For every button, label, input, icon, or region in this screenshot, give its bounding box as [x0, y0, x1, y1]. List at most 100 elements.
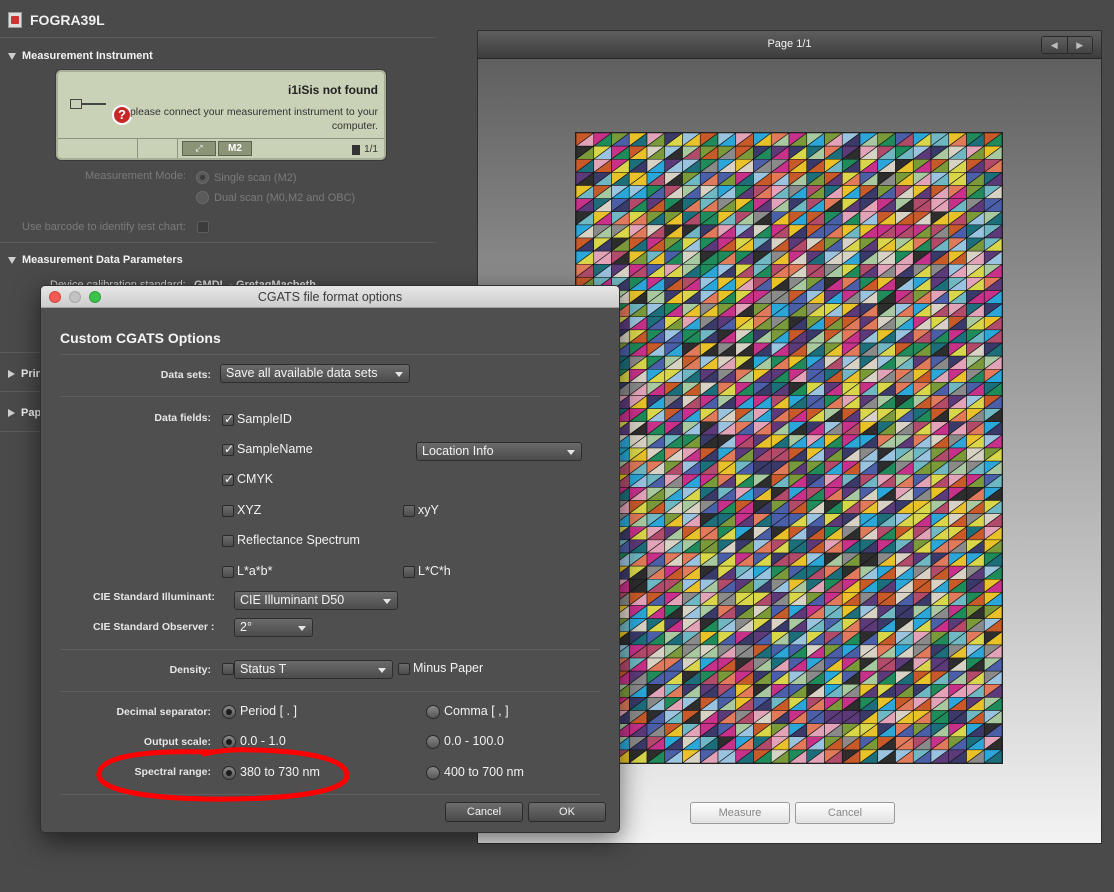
preview-header: Page 1/1 ◀ ▶ — [478, 31, 1101, 59]
reflectance-label: Reflectance Spectrum — [237, 533, 360, 547]
disclosure-open-icon — [8, 256, 16, 264]
cmyk-label: CMYK — [237, 472, 274, 486]
mode-option-single: Single scan (M2) — [214, 172, 297, 184]
decimal-period-label: Period [ . ] — [240, 704, 297, 718]
decimal-separator-label: Decimal separator: — [116, 706, 211, 718]
cgats-options-dialog: CGATS file format options Custom CGATS O… — [40, 285, 620, 833]
minus-paper-label: Minus Paper — [413, 661, 484, 675]
scale-100-label: 0.0 - 100.0 — [444, 734, 504, 748]
xyz-label: XYZ — [237, 503, 262, 517]
sampleid-checkbox[interactable] — [222, 412, 234, 426]
preview-cancel-button[interactable]: Cancel — [795, 802, 895, 824]
divider — [0, 391, 40, 392]
document-icon — [8, 12, 22, 28]
mode-radio-single[interactable] — [196, 171, 209, 184]
divider — [60, 691, 600, 692]
data-fields-label: Data fields: — [154, 412, 211, 424]
barcode-label: Use barcode to identify test chart: — [22, 221, 186, 233]
lch-label: L*C*h — [418, 564, 451, 578]
data-sets-label: Data sets: — [160, 369, 211, 381]
illuminant-label: CIE Standard Illuminant: — [93, 591, 215, 603]
page-navigation: ◀ ▶ — [1041, 36, 1093, 54]
divider — [60, 354, 600, 355]
spectral-400-radio[interactable] — [426, 766, 440, 780]
patch-grid — [576, 133, 1002, 763]
illuminant-popup[interactable]: CIE Illuminant D50 — [234, 591, 398, 610]
disclosure-closed-icon — [8, 409, 15, 417]
section-measurement-instrument[interactable]: Measurement Instrument — [8, 50, 153, 62]
density-checkbox[interactable] — [222, 663, 234, 675]
measurement-mode-label: Measurement Mode: — [85, 170, 186, 182]
spectral-380-label: 380 to 730 nm — [240, 765, 320, 779]
app-title: FOGRA39L — [30, 12, 105, 28]
mode-badge: M2 — [218, 141, 252, 156]
lch-checkbox[interactable] — [403, 566, 415, 578]
divider — [60, 794, 600, 795]
page-icon — [352, 144, 361, 155]
observer-label: CIE Standard Observer : — [93, 621, 215, 633]
divider — [0, 352, 40, 353]
chevron-down-icon — [298, 626, 306, 631]
divider — [0, 242, 436, 243]
spectral-range-label: Spectral range: — [134, 766, 211, 778]
decimal-comma-label: Comma [ , ] — [444, 704, 509, 718]
next-page-button[interactable]: ▶ — [1066, 37, 1092, 53]
xyy-label: xyY — [418, 503, 439, 517]
section-title: Measurement Data Parameters — [22, 254, 183, 266]
scan-direction-icon: ⤢ — [182, 141, 216, 156]
observer-popup[interactable]: 2° — [234, 618, 313, 637]
density-label: Density: — [169, 664, 211, 676]
chevron-down-icon — [378, 668, 386, 673]
spectral-380-radio[interactable] — [222, 766, 236, 780]
barcode-checkbox[interactable] — [197, 221, 209, 233]
samplename-checkbox[interactable] — [222, 442, 234, 456]
divider — [0, 37, 436, 38]
chevron-down-icon — [567, 450, 575, 455]
samplename-label: SampleName — [237, 442, 313, 456]
page-indicator: Page 1/1 — [767, 38, 812, 50]
location-info-popup[interactable]: Location Info — [416, 442, 582, 461]
scale-100-radio[interactable] — [426, 735, 440, 749]
density-popup[interactable]: Status T — [234, 660, 393, 679]
dialog-title: CGATS file format options — [257, 290, 403, 304]
mode-radio-dual[interactable] — [196, 191, 209, 204]
lab-checkbox[interactable] — [222, 566, 234, 578]
dialog-cancel-button[interactable]: Cancel — [445, 802, 523, 822]
minus-paper-checkbox[interactable] — [398, 663, 410, 675]
cmyk-checkbox[interactable] — [222, 472, 234, 486]
measure-button[interactable]: Measure — [690, 802, 790, 824]
decimal-period-radio[interactable] — [222, 705, 236, 719]
divider — [0, 431, 40, 432]
disclosure-closed-icon — [8, 370, 15, 378]
divider — [60, 649, 600, 650]
section-title: Measurement Instrument — [22, 50, 153, 62]
instrument-status-message: please connect your measurement instrume… — [129, 106, 378, 132]
xyz-checkbox[interactable] — [222, 505, 234, 517]
test-chart-patches — [575, 132, 1003, 764]
instrument-status-title: i1iSis not found — [288, 83, 378, 97]
app-title-row: FOGRA39L — [8, 10, 105, 30]
section-print-collapsed[interactable]: Prin — [8, 368, 42, 380]
data-sets-popup[interactable]: Save all available data sets — [220, 364, 410, 383]
reflectance-checkbox[interactable] — [222, 535, 234, 547]
spectral-400-label: 400 to 700 nm — [444, 765, 524, 779]
xyy-checkbox[interactable] — [403, 505, 415, 517]
disclosure-open-icon — [8, 52, 16, 60]
dialog-ok-button[interactable]: OK — [528, 802, 606, 822]
page-count: 1/1 — [352, 144, 378, 155]
chevron-down-icon — [383, 599, 391, 604]
section-measurement-data-parameters[interactable]: Measurement Data Parameters — [8, 254, 183, 266]
decimal-comma-radio[interactable] — [426, 705, 440, 719]
dialog-titlebar: CGATS file format options — [41, 286, 619, 308]
instrument-status-panel: ? i1iSis not found please connect your m… — [56, 70, 386, 160]
lab-label: L*a*b* — [237, 564, 273, 578]
chevron-down-icon — [395, 372, 403, 377]
sampleid-label: SampleID — [237, 412, 292, 426]
usb-cable-icon — [70, 99, 106, 109]
prev-page-button[interactable]: ◀ — [1042, 37, 1067, 53]
section-paper-collapsed[interactable]: Pap — [8, 407, 41, 419]
output-scale-label: Output scale: — [143, 736, 211, 748]
divider — [60, 396, 600, 397]
scale-1-radio[interactable] — [222, 735, 236, 749]
mode-option-dual: Dual scan (M0,M2 and OBC) — [214, 192, 356, 204]
